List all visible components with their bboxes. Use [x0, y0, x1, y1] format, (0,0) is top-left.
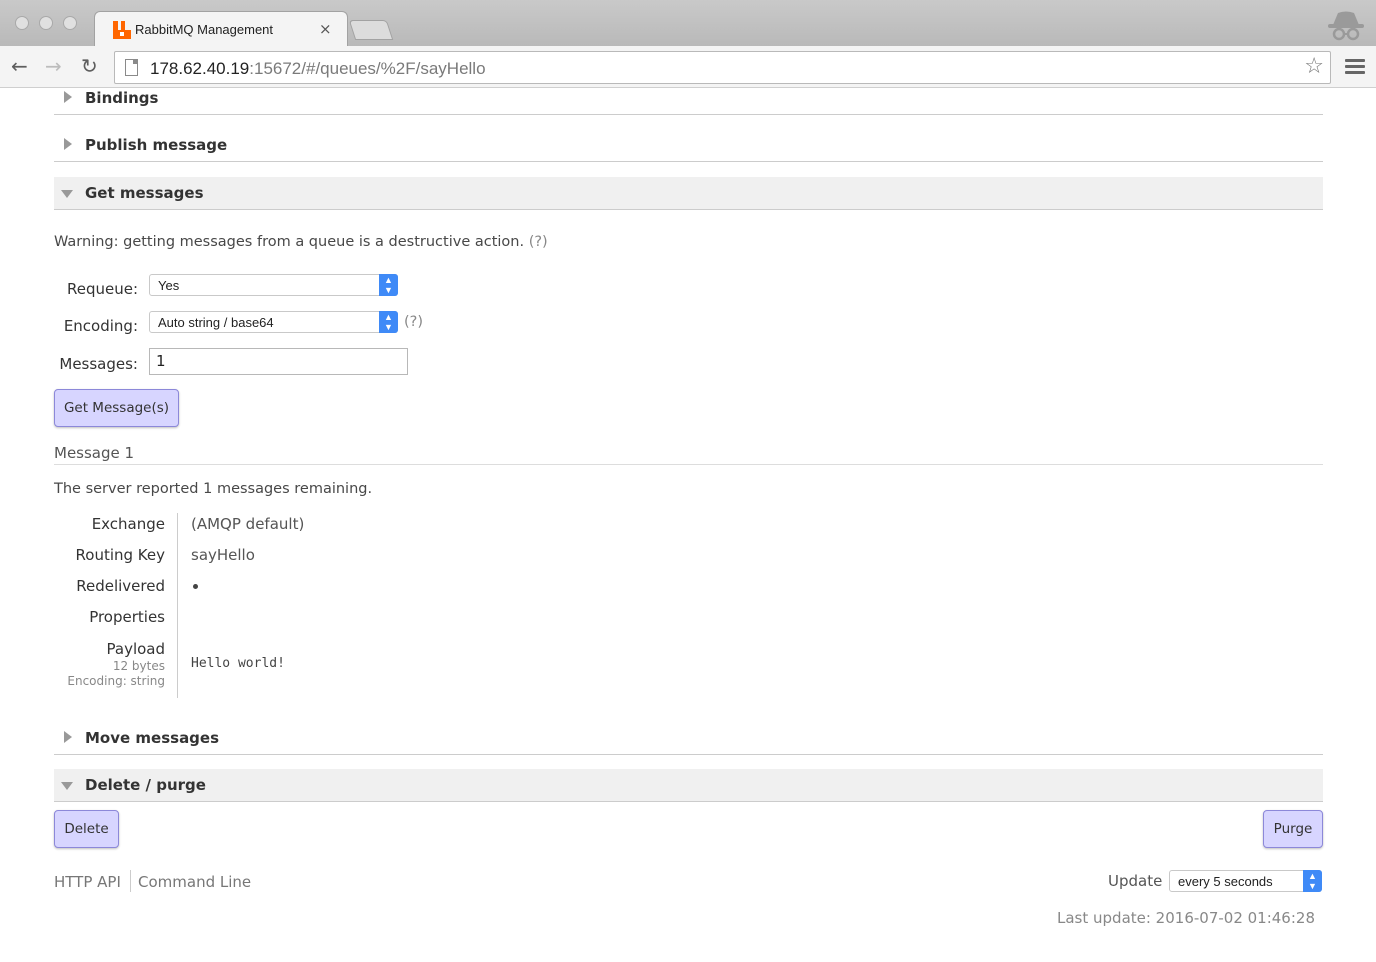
routing-key-label: Routing Key [75, 546, 165, 564]
delete-button[interactable]: Delete [54, 810, 119, 848]
last-update-text: Last update: 2016-07-02 01:46:28 [1057, 909, 1315, 927]
tab-title: RabbitMQ Management [135, 22, 274, 37]
browser-titlebar: RabbitMQ Management × [0, 0, 1376, 46]
tab-close-icon[interactable]: × [319, 20, 332, 38]
exchange-value: (AMQP default) [191, 515, 305, 533]
incognito-icon [1328, 11, 1364, 41]
properties-label: Properties [89, 608, 165, 626]
redelivered-label: Redelivered [76, 577, 165, 595]
payload-value: Hello world! [191, 656, 285, 671]
expand-arrow-icon [64, 731, 72, 743]
section-bindings[interactable]: Bindings [54, 82, 1323, 115]
address-bar[interactable]: 178.62.40.19:15672/#/queues/%2F/sayHello… [114, 51, 1331, 84]
payload-label: Payload [106, 640, 166, 658]
exchange-label: Exchange [91, 515, 165, 533]
section-delete-purge[interactable]: Delete / purge [54, 769, 1323, 802]
url-text[interactable]: 178.62.40.19:15672/#/queues/%2F/sayHello [150, 59, 486, 79]
back-icon[interactable]: ← [11, 55, 28, 77]
section-publish-message[interactable]: Publish message [54, 129, 1323, 162]
payload-encoding: Encoding: string [67, 674, 165, 688]
requeue-select[interactable]: Yes ▲ ▼ [149, 274, 398, 296]
zoom-window-button[interactable] [63, 16, 77, 30]
update-label: Update [1108, 872, 1163, 890]
properties-divider [177, 513, 178, 698]
select-spinner-icon: ▲ ▼ [379, 274, 398, 296]
new-tab-button[interactable] [348, 20, 394, 40]
payload-size: 12 bytes [112, 659, 165, 673]
update-interval-select[interactable]: every 5 seconds ▲ ▼ [1169, 870, 1322, 892]
message-divider [54, 464, 1323, 465]
messages-label: Messages: [59, 355, 138, 373]
rabbitmq-favicon-icon [113, 21, 131, 39]
encoding-help-link[interactable]: (?) [404, 314, 423, 330]
section-move-messages[interactable]: Move messages [54, 722, 1323, 755]
encoding-label: Encoding: [63, 317, 138, 335]
browser-menu-icon[interactable] [1345, 59, 1365, 75]
page-icon [125, 59, 138, 76]
remaining-text: The server reported 1 messages remaining… [54, 481, 373, 497]
routing-key-value: sayHello [191, 546, 255, 564]
warning-help-link[interactable]: (?) [529, 234, 548, 250]
get-messages-button[interactable]: Get Message(s) [54, 389, 179, 427]
footer-separator [130, 870, 131, 892]
select-spinner-icon: ▲ ▼ [1303, 870, 1322, 892]
forward-icon[interactable]: → [45, 55, 62, 77]
destructive-warning: Warning: getting messages from a queue i… [54, 234, 548, 250]
http-api-link[interactable]: HTTP API [54, 873, 121, 891]
minimize-window-button[interactable] [39, 16, 53, 30]
page-content: Bindings Publish message Get messages Wa… [0, 88, 1376, 962]
messages-count-input[interactable]: 1 [149, 348, 408, 375]
section-get-messages[interactable]: Get messages [54, 177, 1323, 210]
encoding-select[interactable]: Auto string / base64 ▲ ▼ [149, 311, 398, 333]
requeue-label: Requeue: [66, 280, 138, 298]
collapse-arrow-icon [61, 190, 73, 198]
close-window-button[interactable] [15, 16, 29, 30]
bookmark-star-icon[interactable]: ☆ [1304, 54, 1324, 79]
reload-icon[interactable]: ↻ [81, 55, 98, 77]
expand-arrow-icon [64, 138, 72, 150]
redelivered-bullet-icon [193, 584, 198, 589]
command-line-link[interactable]: Command Line [138, 873, 251, 891]
select-spinner-icon: ▲ ▼ [379, 311, 398, 333]
expand-arrow-icon [64, 91, 72, 103]
browser-tab[interactable]: RabbitMQ Management × [94, 11, 348, 46]
message-title: Message 1 [54, 444, 135, 462]
collapse-arrow-icon [61, 782, 73, 790]
purge-button[interactable]: Purge [1263, 810, 1323, 848]
